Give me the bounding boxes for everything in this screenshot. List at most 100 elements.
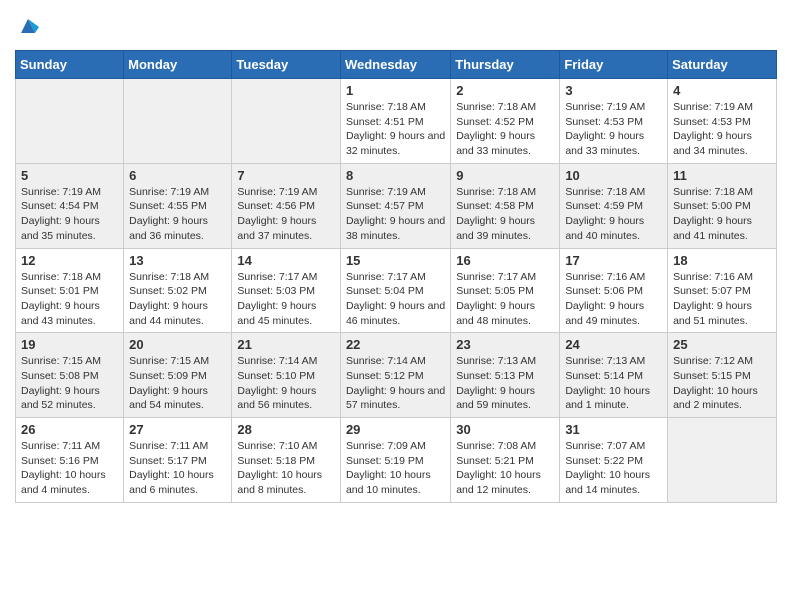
calendar-cell: 27 Sunrise: 7:11 AMSunset: 5:17 PMDayligh… xyxy=(124,418,232,503)
day-number: 19 xyxy=(21,337,118,352)
day-number: 20 xyxy=(129,337,226,352)
day-number: 6 xyxy=(129,168,226,183)
day-number: 22 xyxy=(346,337,445,352)
day-number: 25 xyxy=(673,337,771,352)
weekday-header-friday: Friday xyxy=(560,51,668,79)
day-info: Sunrise: 7:19 AMSunset: 4:56 PMDaylight:… xyxy=(237,185,335,244)
day-number: 30 xyxy=(456,422,554,437)
calendar-cell: 15Sunrise: 7:17 AMSunset: 5:04 PMDayligh… xyxy=(340,248,450,333)
calendar-cell: 8Sunrise: 7:19 AMSunset: 4:57 PMDaylight… xyxy=(340,163,450,248)
weekday-header-wednesday: Wednesday xyxy=(340,51,450,79)
day-info: Sunrise: 7:17 AMSunset: 5:05 PMDaylight:… xyxy=(456,270,554,329)
day-number: 18 xyxy=(673,253,771,268)
day-number: 16 xyxy=(456,253,554,268)
day-number: 1 xyxy=(346,83,445,98)
day-info: Sunrise: 7:11 AMSunset: 5:16 PMDaylight:… xyxy=(21,439,118,498)
calendar-cell: 16 Sunrise: 7:17 AMSunset: 5:05 PMDayligh… xyxy=(451,248,560,333)
weekday-header-tuesday: Tuesday xyxy=(232,51,341,79)
day-info: Sunrise: 7:08 AMSunset: 5:21 PMDaylight:… xyxy=(456,439,554,498)
calendar-cell xyxy=(16,79,124,164)
calendar-cell: 12 Sunrise: 7:18 AMSunset: 5:01 PMDayligh… xyxy=(16,248,124,333)
page-header xyxy=(15,10,777,42)
calendar-cell xyxy=(232,79,341,164)
day-info: Sunrise: 7:19 AMSunset: 4:53 PMDaylight:… xyxy=(673,100,771,159)
day-info: Sunrise: 7:18 AMSunset: 4:51 PMDaylight:… xyxy=(346,100,445,159)
calendar-week-row: 1 Sunrise: 7:18 AMSunset: 4:51 PMDaylight… xyxy=(16,79,777,164)
day-number: 4 xyxy=(673,83,771,98)
day-info: Sunrise: 7:16 AMSunset: 5:06 PMDaylight:… xyxy=(565,270,662,329)
calendar-cell: 9 Sunrise: 7:18 AMSunset: 4:58 PMDaylight… xyxy=(451,163,560,248)
day-info: Sunrise: 7:18 AMSunset: 5:00 PMDaylight:… xyxy=(673,185,771,244)
calendar-cell: 10 Sunrise: 7:18 AMSunset: 4:59 PMDayligh… xyxy=(560,163,668,248)
day-number: 10 xyxy=(565,168,662,183)
day-info: Sunrise: 7:12 AMSunset: 5:15 PMDaylight:… xyxy=(673,354,771,413)
calendar-cell: 6Sunrise: 7:19 AMSunset: 4:55 PMDaylight… xyxy=(124,163,232,248)
day-number: 26 xyxy=(21,422,118,437)
calendar-cell: 30 Sunrise: 7:08 AMSunset: 5:21 PMDayligh… xyxy=(451,418,560,503)
day-info: Sunrise: 7:13 AMSunset: 5:13 PMDaylight:… xyxy=(456,354,554,413)
day-info: Sunrise: 7:09 AMSunset: 5:19 PMDaylight:… xyxy=(346,439,445,498)
calendar: SundayMondayTuesdayWednesdayThursdayFrid… xyxy=(15,50,777,503)
calendar-cell: 21 Sunrise: 7:14 AMSunset: 5:10 PMDayligh… xyxy=(232,333,341,418)
day-info: Sunrise: 7:18 AMSunset: 5:01 PMDaylight:… xyxy=(21,270,118,329)
day-number: 2 xyxy=(456,83,554,98)
day-info: Sunrise: 7:17 AMSunset: 5:03 PMDaylight:… xyxy=(237,270,335,329)
day-number: 31 xyxy=(565,422,662,437)
weekday-header-thursday: Thursday xyxy=(451,51,560,79)
day-info: Sunrise: 7:19 AMSunset: 4:54 PMDaylight:… xyxy=(21,185,118,244)
day-info: Sunrise: 7:11 AMSunset: 5:17 PMDaylight:… xyxy=(129,439,226,498)
day-info: Sunrise: 7:19 AMSunset: 4:53 PMDaylight:… xyxy=(565,100,662,159)
calendar-cell: 3 Sunrise: 7:19 AMSunset: 4:53 PMDaylight… xyxy=(560,79,668,164)
calendar-cell: 23 Sunrise: 7:13 AMSunset: 5:13 PMDayligh… xyxy=(451,333,560,418)
day-info: Sunrise: 7:18 AMSunset: 5:02 PMDaylight:… xyxy=(129,270,226,329)
day-info: Sunrise: 7:15 AMSunset: 5:09 PMDaylight:… xyxy=(129,354,226,413)
calendar-cell: 19 Sunrise: 7:15 AMSunset: 5:08 PMDayligh… xyxy=(16,333,124,418)
calendar-cell: 29Sunrise: 7:09 AMSunset: 5:19 PMDayligh… xyxy=(340,418,450,503)
calendar-week-row: 12 Sunrise: 7:18 AMSunset: 5:01 PMDayligh… xyxy=(16,248,777,333)
calendar-cell: 5Sunrise: 7:19 AMSunset: 4:54 PMDaylight… xyxy=(16,163,124,248)
calendar-cell: 24 Sunrise: 7:13 AMSunset: 5:14 PMDayligh… xyxy=(560,333,668,418)
weekday-header-row: SundayMondayTuesdayWednesdayThursdayFrid… xyxy=(16,51,777,79)
calendar-cell: 11 Sunrise: 7:18 AMSunset: 5:00 PMDayligh… xyxy=(668,163,777,248)
calendar-week-row: 26 Sunrise: 7:11 AMSunset: 5:16 PMDayligh… xyxy=(16,418,777,503)
day-number: 12 xyxy=(21,253,118,268)
day-number: 3 xyxy=(565,83,662,98)
calendar-cell: 2Sunrise: 7:18 AMSunset: 4:52 PMDaylight… xyxy=(451,79,560,164)
calendar-week-row: 5Sunrise: 7:19 AMSunset: 4:54 PMDaylight… xyxy=(16,163,777,248)
day-info: Sunrise: 7:14 AMSunset: 5:12 PMDaylight:… xyxy=(346,354,445,413)
day-number: 24 xyxy=(565,337,662,352)
calendar-cell: 14Sunrise: 7:17 AMSunset: 5:03 PMDayligh… xyxy=(232,248,341,333)
day-info: Sunrise: 7:16 AMSunset: 5:07 PMDaylight:… xyxy=(673,270,771,329)
calendar-cell: 25 Sunrise: 7:12 AMSunset: 5:15 PMDayligh… xyxy=(668,333,777,418)
day-info: Sunrise: 7:17 AMSunset: 5:04 PMDaylight:… xyxy=(346,270,445,329)
calendar-cell: 13Sunrise: 7:18 AMSunset: 5:02 PMDayligh… xyxy=(124,248,232,333)
weekday-header-monday: Monday xyxy=(124,51,232,79)
day-number: 7 xyxy=(237,168,335,183)
calendar-cell: 31 Sunrise: 7:07 AMSunset: 5:22 PMDayligh… xyxy=(560,418,668,503)
day-info: Sunrise: 7:15 AMSunset: 5:08 PMDaylight:… xyxy=(21,354,118,413)
day-info: Sunrise: 7:18 AMSunset: 4:59 PMDaylight:… xyxy=(565,185,662,244)
calendar-cell: 18 Sunrise: 7:16 AMSunset: 5:07 PMDayligh… xyxy=(668,248,777,333)
day-number: 28 xyxy=(237,422,335,437)
calendar-cell xyxy=(124,79,232,164)
calendar-week-row: 19 Sunrise: 7:15 AMSunset: 5:08 PMDayligh… xyxy=(16,333,777,418)
day-number: 21 xyxy=(237,337,335,352)
day-number: 11 xyxy=(673,168,771,183)
day-info: Sunrise: 7:13 AMSunset: 5:14 PMDaylight:… xyxy=(565,354,662,413)
weekday-header-sunday: Sunday xyxy=(16,51,124,79)
calendar-cell: 28 Sunrise: 7:10 AMSunset: 5:18 PMDayligh… xyxy=(232,418,341,503)
day-number: 8 xyxy=(346,168,445,183)
calendar-cell: 4 Sunrise: 7:19 AMSunset: 4:53 PMDaylight… xyxy=(668,79,777,164)
day-info: Sunrise: 7:14 AMSunset: 5:10 PMDaylight:… xyxy=(237,354,335,413)
logo xyxy=(15,15,39,42)
calendar-cell: 7 Sunrise: 7:19 AMSunset: 4:56 PMDaylight… xyxy=(232,163,341,248)
day-number: 17 xyxy=(565,253,662,268)
day-number: 23 xyxy=(456,337,554,352)
day-number: 9 xyxy=(456,168,554,183)
day-info: Sunrise: 7:18 AMSunset: 4:58 PMDaylight:… xyxy=(456,185,554,244)
calendar-cell: 17 Sunrise: 7:16 AMSunset: 5:06 PMDayligh… xyxy=(560,248,668,333)
day-info: Sunrise: 7:10 AMSunset: 5:18 PMDaylight:… xyxy=(237,439,335,498)
calendar-cell xyxy=(668,418,777,503)
day-number: 27 xyxy=(129,422,226,437)
day-info: Sunrise: 7:07 AMSunset: 5:22 PMDaylight:… xyxy=(565,439,662,498)
